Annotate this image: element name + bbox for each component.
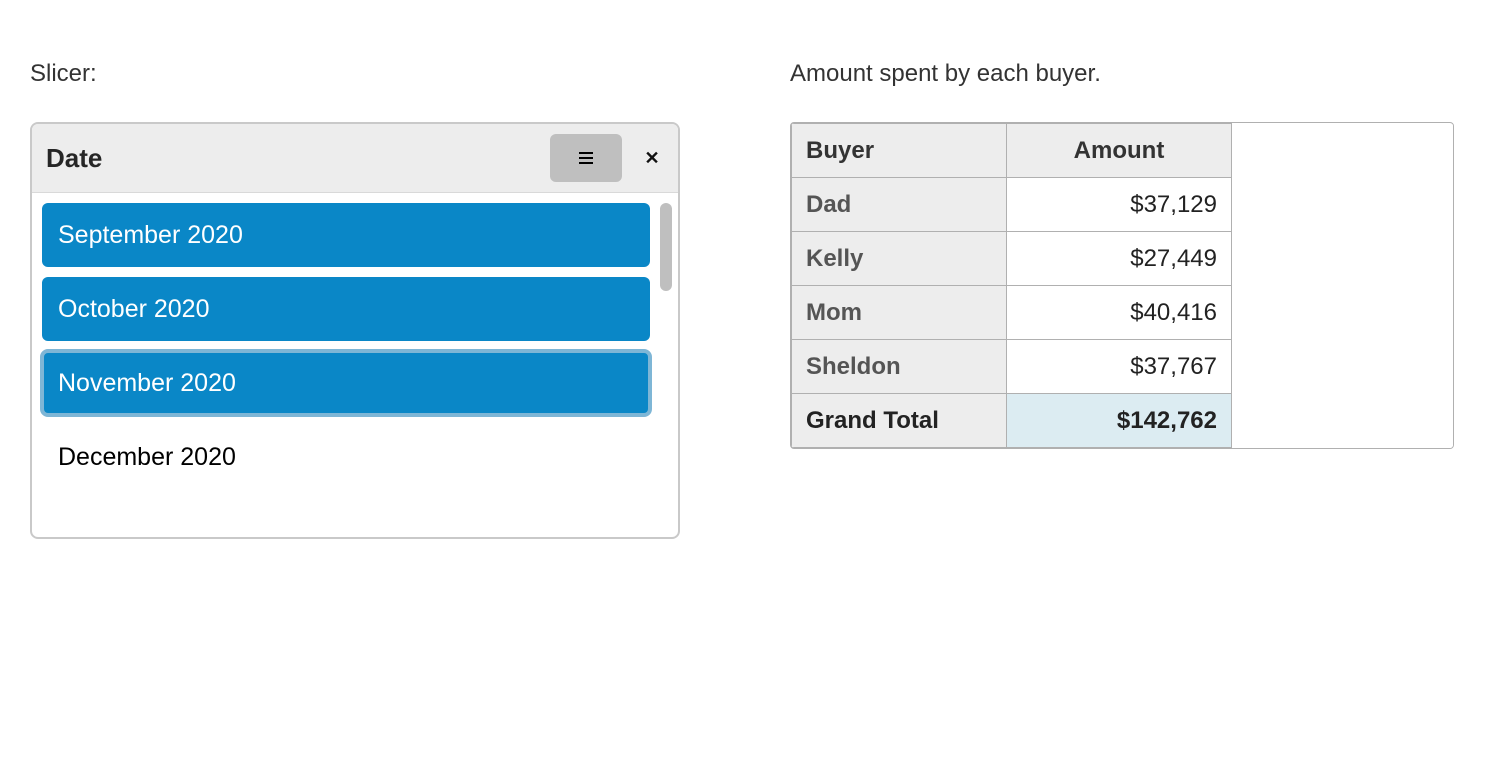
slicer-column: Slicer: Date ✕ September 2020 October 20… — [30, 60, 680, 539]
slicer-body: September 2020 October 2020 November 202… — [32, 193, 678, 537]
slicer-multiselect-button[interactable] — [550, 134, 622, 182]
slicer-item-november-2020[interactable]: November 2020 — [42, 351, 650, 415]
pivot-section-label: Amount spent by each buyer. — [790, 60, 1454, 88]
table-row: Mom $40,416 — [792, 286, 1454, 340]
slicer-item-label: December 2020 — [58, 443, 236, 472]
table-row: Sheldon $37,767 — [792, 340, 1454, 394]
menu-icon — [579, 152, 593, 164]
amount-cell[interactable]: $37,767 — [1007, 340, 1232, 394]
blank-cell — [1232, 394, 1454, 448]
blank-cell — [1232, 286, 1454, 340]
grand-total-amount[interactable]: $142,762 — [1007, 394, 1232, 448]
amount-cell[interactable]: $37,129 — [1007, 178, 1232, 232]
buyer-header[interactable]: Buyer — [792, 124, 1007, 178]
slicer-clear-button[interactable]: ✕ — [640, 148, 664, 169]
slicer-header: Date ✕ — [32, 124, 678, 193]
slicer-title: Date — [46, 143, 550, 174]
buyer-cell[interactable]: Kelly — [792, 232, 1007, 286]
slicer-item-september-2020[interactable]: September 2020 — [42, 203, 650, 267]
pivot-column: Amount spent by each buyer. Buyer Amount… — [790, 60, 1454, 449]
blank-cell — [1232, 340, 1454, 394]
slicer-item-october-2020[interactable]: October 2020 — [42, 277, 650, 341]
pivot-table-wrapper: Buyer Amount Dad $37,129 Kelly $27,449 — [790, 122, 1454, 449]
amount-cell[interactable]: $40,416 — [1007, 286, 1232, 340]
slicer-item-label: November 2020 — [58, 369, 236, 398]
slicer-item-december-2020[interactable]: December 2020 — [42, 425, 650, 489]
pivot-header-row: Buyer Amount — [792, 124, 1454, 178]
slicer-item-label: September 2020 — [58, 221, 243, 250]
amount-header[interactable]: Amount — [1007, 124, 1232, 178]
table-row: Kelly $27,449 — [792, 232, 1454, 286]
close-icon: ✕ — [644, 148, 659, 168]
amount-cell[interactable]: $27,449 — [1007, 232, 1232, 286]
pivot-table: Buyer Amount Dad $37,129 Kelly $27,449 — [791, 123, 1453, 448]
table-row: Dad $37,129 — [792, 178, 1454, 232]
scrollbar-thumb[interactable] — [660, 203, 672, 291]
buyer-cell[interactable]: Mom — [792, 286, 1007, 340]
blank-cell — [1232, 178, 1454, 232]
scrollbar-track[interactable] — [660, 203, 672, 527]
grand-total-label[interactable]: Grand Total — [792, 394, 1007, 448]
slicer-items: September 2020 October 2020 November 202… — [42, 203, 668, 489]
blank-header — [1232, 124, 1454, 178]
blank-cell — [1232, 232, 1454, 286]
slicer-item-label: October 2020 — [58, 295, 210, 324]
buyer-cell[interactable]: Dad — [792, 178, 1007, 232]
slicer-section-label: Slicer: — [30, 60, 680, 88]
slicer-panel: Date ✕ September 2020 October 2020 Novem… — [30, 122, 680, 539]
buyer-cell[interactable]: Sheldon — [792, 340, 1007, 394]
grand-total-row: Grand Total $142,762 — [792, 394, 1454, 448]
